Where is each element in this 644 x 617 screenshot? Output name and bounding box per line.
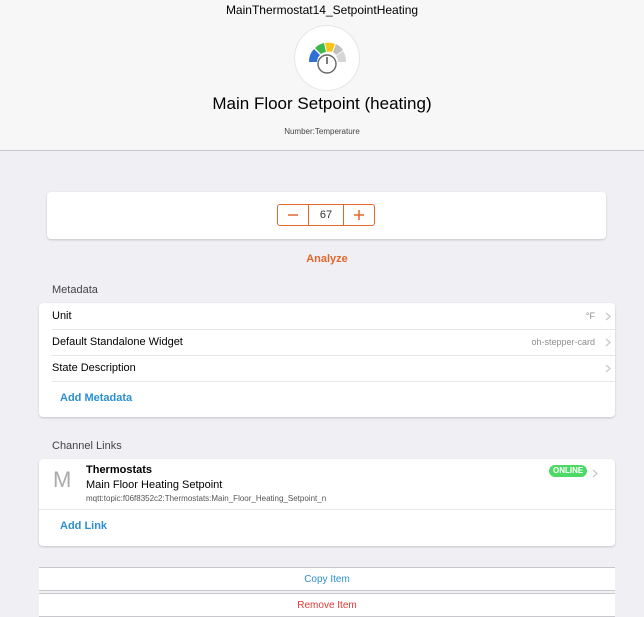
channel-title: Thermostats: [86, 464, 153, 476]
status-badge: ONLINE: [549, 465, 588, 477]
stepper-card: 67: [47, 192, 606, 239]
channel-links-list: M Thermostats Main Floor Heating Setpoin…: [39, 459, 615, 546]
item-label: Main Floor Setpoint (heating): [212, 94, 432, 113]
thermostat-gauge-icon: [295, 26, 359, 90]
item-type: Number:Temperature: [284, 127, 360, 136]
add-link-button[interactable]: Add Link: [60, 520, 107, 532]
metadata-row-state-description[interactable]: State Description: [52, 355, 615, 382]
channel-icon-letter: M: [53, 467, 72, 492]
chevron-right-icon: [601, 312, 615, 321]
item-name: MainThermostat14_SetpointHeating: [225, 3, 419, 17]
channel-link-item[interactable]: M Thermostats Main Floor Heating Setpoin…: [39, 459, 615, 510]
metadata-row-default-widget[interactable]: Default Standalone Widget oh-stepper-car…: [52, 329, 615, 356]
stepper-value[interactable]: 67: [308, 205, 344, 225]
channel-links-section-title: Channel Links: [52, 440, 122, 452]
increment-button[interactable]: [344, 205, 374, 225]
decrement-button[interactable]: [278, 205, 308, 225]
plus-icon: [354, 210, 364, 220]
metadata-row-label: Unit: [52, 310, 72, 322]
chevron-right-icon: [601, 338, 615, 347]
metadata-section-title: Metadata: [52, 284, 98, 296]
remove-item-button[interactable]: Remove Item: [39, 593, 615, 617]
analyze-button[interactable]: Analyze: [0, 253, 644, 265]
metadata-row-value: oh-stepper-card: [531, 337, 595, 347]
minus-icon: [288, 214, 298, 216]
channel-subtitle: Main Floor Heating Setpoint: [86, 479, 223, 491]
item-header: MainThermostat14_SetpointHeating Main Fl…: [0, 0, 644, 151]
channel-uid: mqtt:topic:f06f8352c2:Thermostats:Main_F…: [86, 494, 327, 503]
metadata-list: Unit °F Default Standalone Widget oh-ste…: [39, 303, 615, 417]
chevron-right-icon: [601, 364, 615, 373]
metadata-row-label: State Description: [52, 362, 136, 374]
metadata-row-unit[interactable]: Unit °F: [52, 303, 615, 330]
temperature-stepper: 67: [277, 204, 375, 226]
add-metadata-button[interactable]: Add Metadata: [60, 392, 132, 404]
chevron-right-icon: [592, 465, 598, 483]
copy-item-button[interactable]: Copy Item: [39, 567, 615, 591]
metadata-row-value: °F: [585, 311, 595, 321]
metadata-row-label: Default Standalone Widget: [52, 336, 183, 348]
